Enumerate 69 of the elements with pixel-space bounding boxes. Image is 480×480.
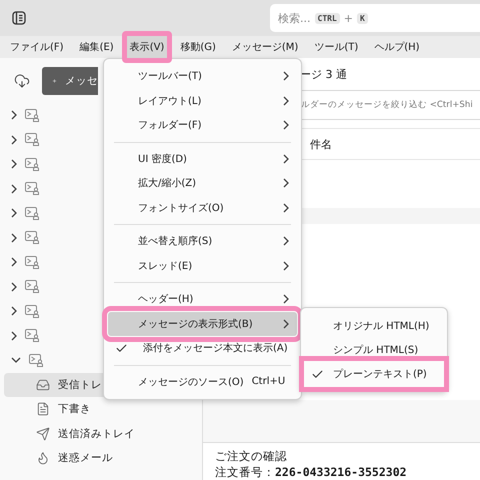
chevron-right-icon <box>283 236 289 246</box>
order-number: 注文番号：226-0433216-3552302 <box>215 464 408 480</box>
account-icon <box>25 231 40 244</box>
account-icon <box>29 354 44 367</box>
menu-item[interactable]: UI 密度(D) <box>108 146 297 171</box>
message-subject: ご注文の確認 <box>215 448 288 464</box>
chevron-right-icon <box>283 260 289 271</box>
account-icon <box>25 280 40 294</box>
menu-item[interactable]: 拡大/縮小(Z) <box>108 171 297 196</box>
chevron-right-icon <box>283 154 289 164</box>
account-icon <box>25 182 40 196</box>
cloud-download-icon[interactable] <box>14 72 30 88</box>
check-icon <box>311 368 324 380</box>
filter-field[interactable]: ルダーのメッセージを絞り込む <Ctrl+Shi <box>299 90 480 120</box>
sidebar-toggle-icon[interactable] <box>12 11 26 25</box>
account-icon <box>25 158 40 171</box>
chevron-right-icon[interactable] <box>11 330 17 341</box>
chevron-right-icon[interactable] <box>11 159 17 170</box>
column-header[interactable]: 件名 <box>310 136 332 152</box>
new-message-button[interactable]: メッセ <box>42 66 98 94</box>
menu-item[interactable]: プレーンテキスト(P) <box>305 362 444 386</box>
flame-icon <box>36 451 50 466</box>
account-icon <box>25 108 40 122</box>
folder-item[interactable]: 送信済みトレイ <box>4 422 198 446</box>
menu-item[interactable]: スレッド(E) <box>108 254 297 278</box>
chevron-right-icon[interactable] <box>11 257 17 268</box>
menu-item[interactable]: 添付をメッセージ本文に表示(A) <box>108 336 297 360</box>
menu-bar-item[interactable]: ヘルプ(H) <box>366 31 428 63</box>
chevron-right-icon <box>283 178 289 188</box>
chevron-right-icon <box>283 318 289 329</box>
menu-bar-item[interactable]: 編集(E) <box>72 31 122 63</box>
chevron-down-icon[interactable] <box>11 357 21 364</box>
menu-item[interactable]: レイアウト(L) <box>108 88 297 113</box>
menu-item[interactable]: ツールバー(T) <box>108 64 297 88</box>
folder-item[interactable]: 下書き <box>4 397 198 422</box>
inbox-icon <box>36 378 50 392</box>
menu-item[interactable]: フォルダー(F) <box>108 113 297 138</box>
account-icon <box>25 133 40 146</box>
paper-plane-icon <box>36 426 50 441</box>
chevron-right-icon[interactable] <box>11 110 17 120</box>
chevron-right-icon <box>283 294 289 304</box>
key-cap: CTRL <box>314 12 340 24</box>
chevron-right-icon[interactable] <box>11 184 17 194</box>
account-icon <box>25 329 40 342</box>
key-cap: K <box>356 12 368 24</box>
menu-item[interactable]: 並べ替え順序(S) <box>108 229 297 254</box>
account-icon <box>25 256 40 269</box>
document-icon <box>36 402 50 416</box>
account-icon <box>25 206 40 220</box>
menu-item[interactable]: オリジナル HTML(H) <box>305 314 444 338</box>
account-icon <box>25 304 40 318</box>
chevron-right-icon[interactable] <box>11 208 17 218</box>
menu-bar-item[interactable]: ファイル(F) <box>2 31 72 63</box>
chevron-right-icon <box>283 71 289 82</box>
chevron-right-icon <box>283 120 289 130</box>
chevron-right-icon[interactable] <box>11 232 17 243</box>
menu-item[interactable]: シンプル HTML(S) <box>305 338 444 362</box>
menu-item[interactable]: フォントサイズ(O) <box>108 196 297 220</box>
folder-item[interactable]: 迷惑メール <box>4 446 198 470</box>
search-field[interactable]: 検索... CTRL + K <box>270 4 480 32</box>
menu-item[interactable]: ヘッダー(H) <box>108 287 297 312</box>
menu-item[interactable]: メッセージの表示形式(B) <box>108 312 297 336</box>
chevron-right-icon[interactable] <box>11 306 17 316</box>
chevron-right-icon <box>283 202 289 213</box>
chevron-right-icon[interactable] <box>11 282 17 292</box>
menu-bar-item[interactable]: 表示(V) <box>122 31 172 63</box>
menu-bar-item[interactable]: ツール(T) <box>306 31 366 63</box>
chevron-right-icon[interactable] <box>11 134 17 145</box>
chevron-right-icon <box>283 96 289 106</box>
